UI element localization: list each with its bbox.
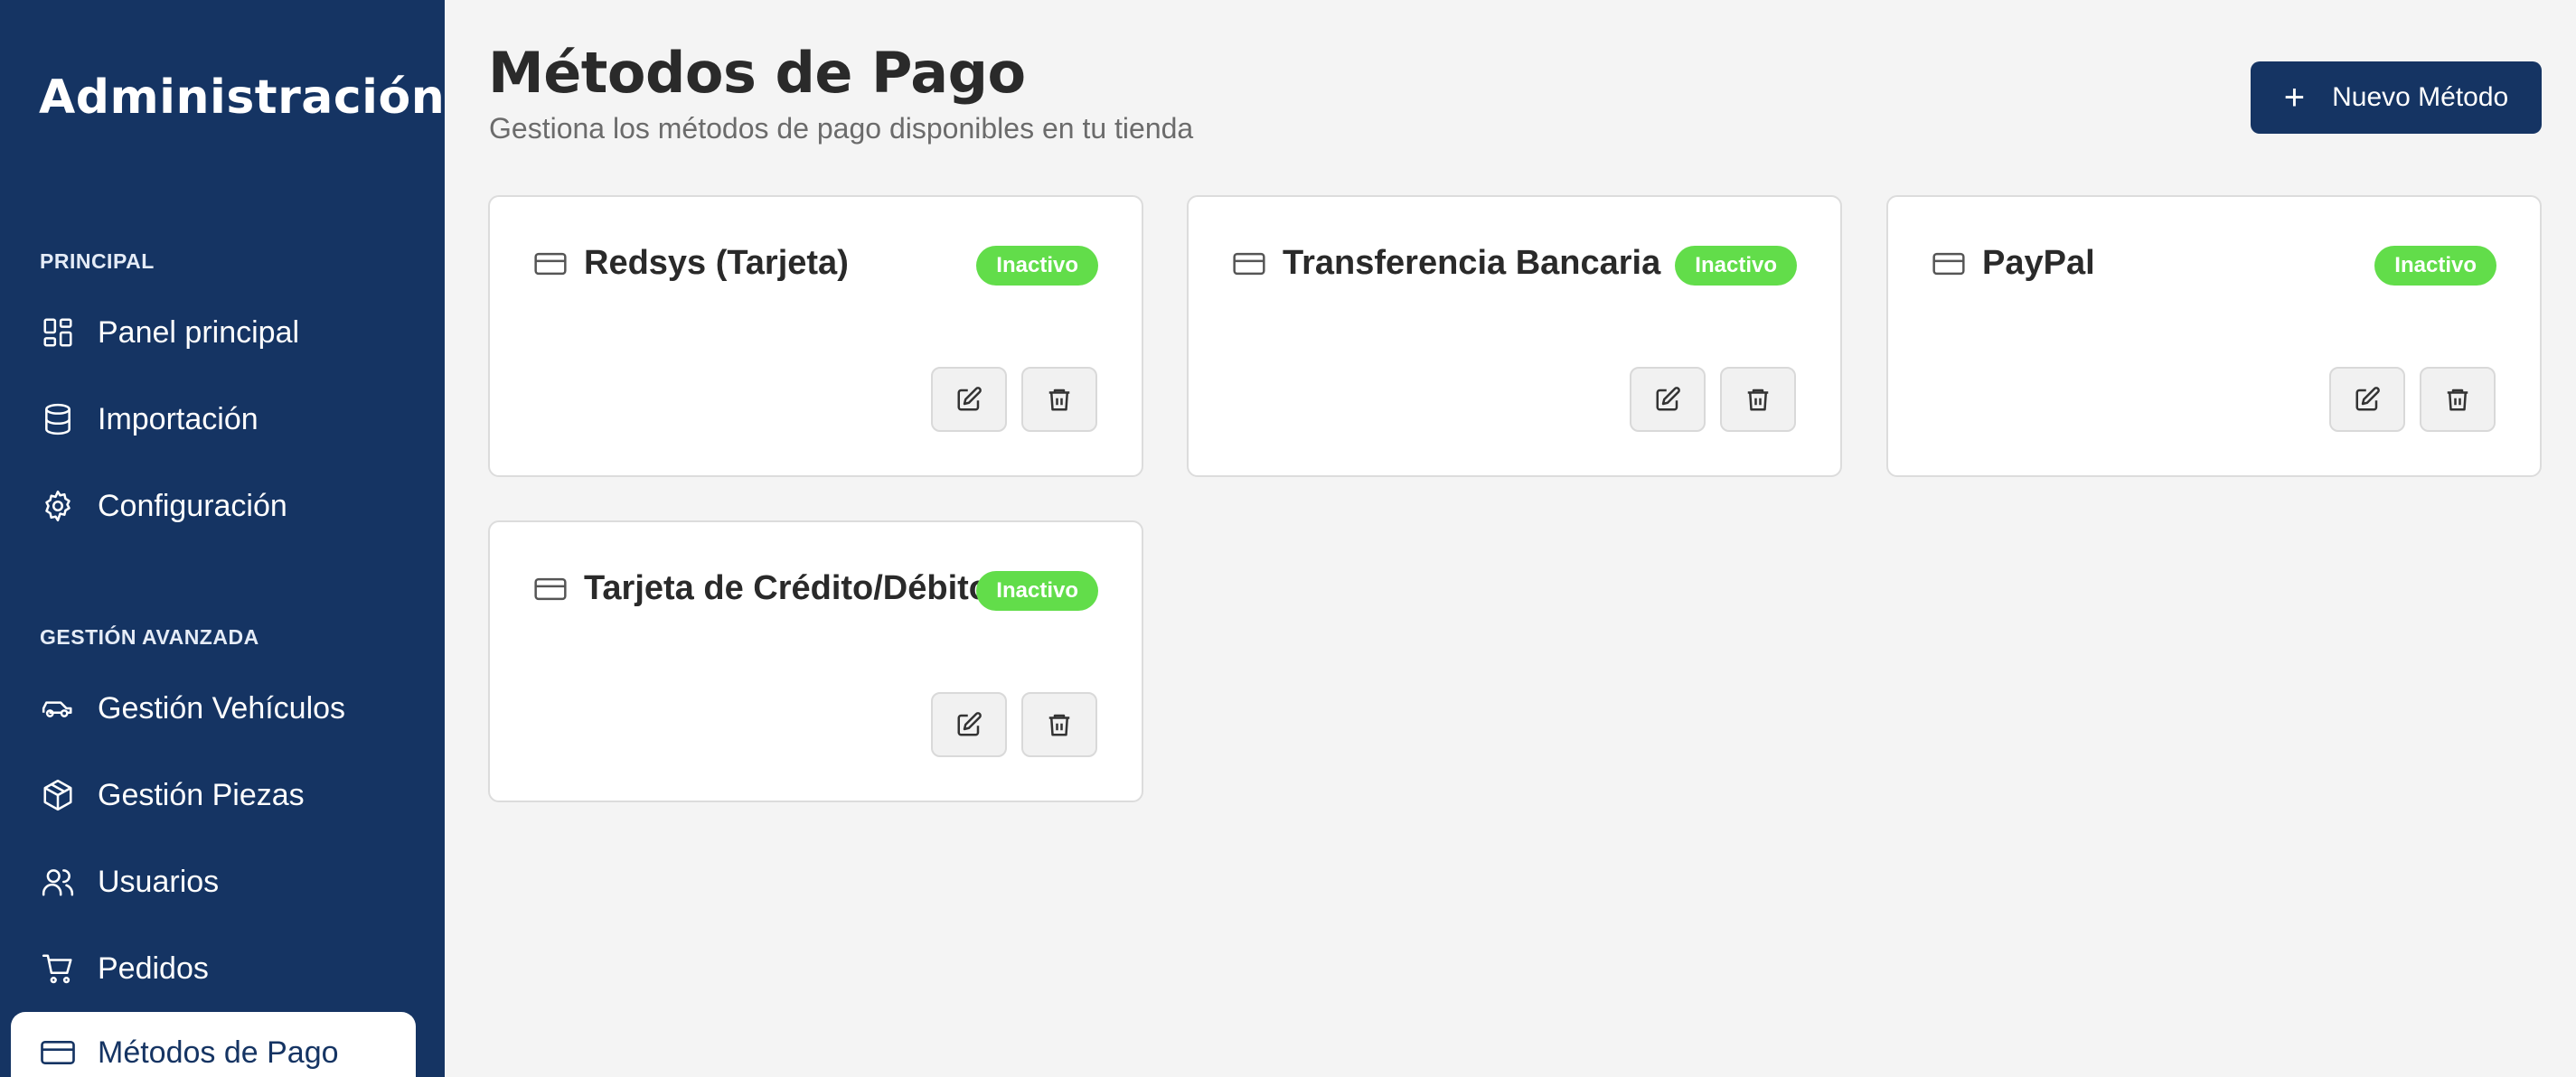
sidebar-brand: Administración — [39, 70, 446, 125]
sidebar-item-label: Configuración — [98, 488, 287, 523]
database-icon — [40, 401, 76, 437]
sidebar-item-label: Métodos de Pago — [98, 1035, 339, 1070]
new-method-button-label: Nuevo Método — [2332, 82, 2509, 112]
sidebar-item-label: Importación — [98, 401, 259, 436]
section-label-gestion-avanzada: GESTIÓN AVANZADA — [40, 625, 259, 649]
payment-method-name: PayPal — [1982, 244, 2095, 282]
edit-icon — [957, 387, 982, 411]
dashboard-icon — [40, 314, 76, 351]
delete-button[interactable] — [1021, 692, 1097, 757]
payment-method-name: Tarjeta de Crédito/Débito — [584, 569, 991, 607]
payment-method-card: Tarjeta de Crédito/Débito Inactivo — [488, 520, 1143, 802]
credit-card-icon — [40, 1035, 76, 1071]
status-badge: Inactivo — [1675, 246, 1797, 286]
sidebar-item-label: Gestión Vehículos — [98, 690, 346, 726]
sidebar-item-usuarios[interactable]: Usuarios — [0, 846, 445, 918]
sidebar: Administración PRINCIPAL Panel principal… — [0, 0, 445, 1077]
sidebar-item-pedidos[interactable]: Pedidos — [0, 932, 445, 1005]
delete-button[interactable] — [2420, 367, 2496, 432]
credit-card-icon — [534, 252, 567, 276]
sidebar-item-panel-principal[interactable]: Panel principal — [0, 296, 445, 369]
payment-method-name: Transferencia Bancaria — [1283, 244, 1661, 282]
page-title: Métodos de Pago — [488, 40, 1026, 106]
status-badge: Inactivo — [976, 571, 1098, 611]
edit-button[interactable] — [931, 692, 1007, 757]
delete-button[interactable] — [1720, 367, 1796, 432]
payment-method-card: Redsys (Tarjeta) Inactivo — [488, 195, 1143, 477]
page-subtitle: Gestiona los métodos de pago disponibles… — [489, 112, 1194, 145]
sidebar-item-label: Usuarios — [98, 864, 220, 899]
edit-icon — [2355, 387, 2380, 411]
trash-icon — [2447, 389, 2468, 411]
sidebar-item-label: Panel principal — [98, 314, 300, 350]
edit-button[interactable] — [931, 367, 1007, 432]
trash-icon — [1048, 389, 1070, 411]
sidebar-item-gestion-piezas[interactable]: Gestión Piezas — [0, 759, 445, 831]
cart-icon — [40, 951, 76, 987]
box-icon — [40, 777, 76, 813]
sidebar-item-metodos-de-pago[interactable]: Métodos de Pago — [11, 1012, 416, 1077]
sidebar-item-importacion[interactable]: Importación — [0, 383, 445, 455]
trash-icon — [1747, 389, 1769, 411]
edit-button[interactable] — [2329, 367, 2405, 432]
delete-button[interactable] — [1021, 367, 1097, 432]
users-icon — [40, 864, 76, 900]
sidebar-item-gestion-vehiculos[interactable]: Gestión Vehículos — [0, 672, 445, 745]
edit-icon — [957, 712, 982, 736]
sidebar-item-label: Gestión Piezas — [98, 777, 305, 812]
payment-method-name: Redsys (Tarjeta) — [584, 244, 849, 282]
credit-card-icon — [534, 577, 567, 601]
payment-method-card: PayPal Inactivo — [1886, 195, 2542, 477]
sidebar-item-label: Pedidos — [98, 951, 209, 986]
edit-icon — [1656, 387, 1680, 411]
credit-card-icon — [1233, 252, 1265, 276]
status-badge: Inactivo — [976, 246, 1098, 286]
trash-icon — [1048, 714, 1070, 736]
car-icon — [40, 690, 76, 726]
payment-method-card: Transferencia Bancaria Inactivo — [1187, 195, 1842, 477]
plus-icon: + — [2283, 78, 2306, 117]
status-badge: Inactivo — [2374, 246, 2496, 286]
section-label-principal: PRINCIPAL — [40, 249, 155, 273]
gear-icon — [40, 488, 76, 524]
edit-button[interactable] — [1630, 367, 1706, 432]
credit-card-icon — [1932, 252, 1965, 276]
new-method-button[interactable]: + Nuevo Método — [2251, 61, 2542, 134]
sidebar-item-configuracion[interactable]: Configuración — [0, 470, 445, 542]
